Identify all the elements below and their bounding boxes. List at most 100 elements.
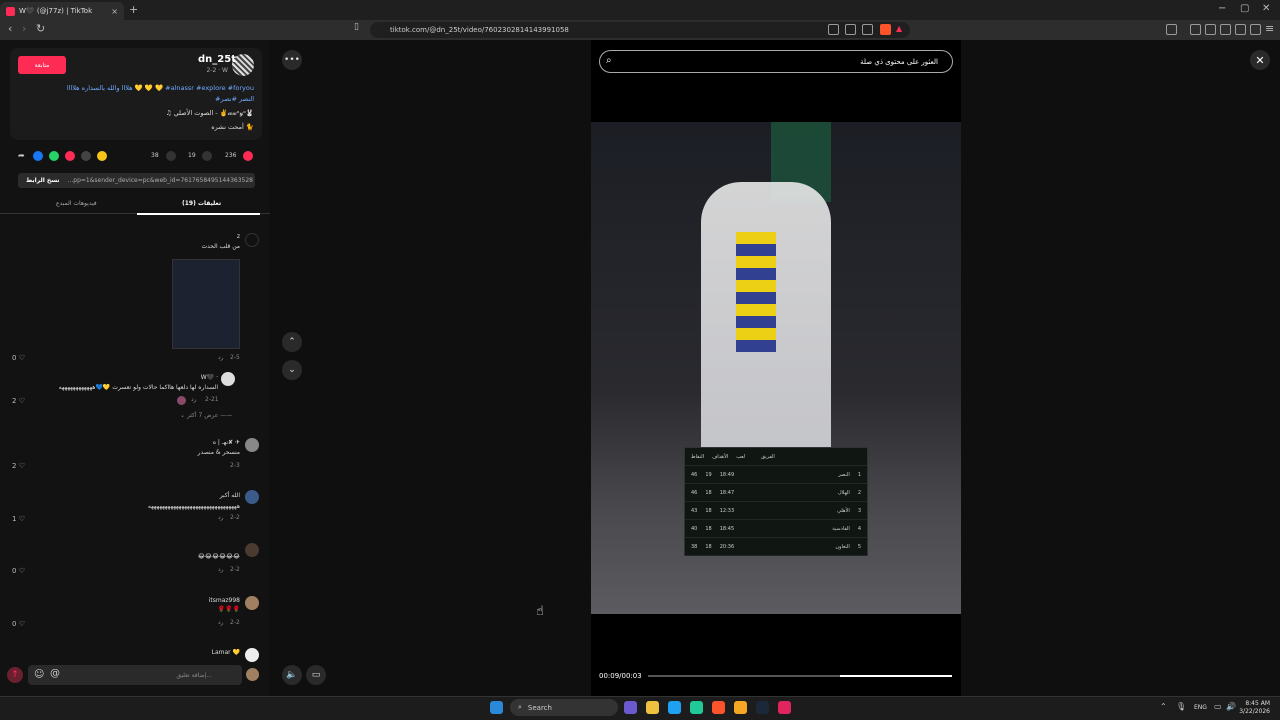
- tab-close-button[interactable]: ×: [111, 7, 118, 16]
- windows-taskbar: [0, 696, 1280, 720]
- mention-icon[interactable]: @: [50, 668, 60, 679]
- avatar[interactable]: [221, 372, 235, 386]
- comment-reply-link[interactable]: رد: [218, 354, 224, 361]
- share-link-text: ...pp=1&sender_device=pc&web_id=76176584…: [67, 177, 253, 184]
- comment-input[interactable]: إضافة تعليق...: [28, 665, 242, 685]
- windows-start-icon[interactable]: [490, 701, 503, 714]
- comment-like-count[interactable]: 0 ♡: [12, 354, 25, 362]
- avatar[interactable]: [245, 543, 259, 557]
- repost-icon[interactable]: [65, 151, 75, 161]
- wallet-icon[interactable]: [1220, 24, 1231, 35]
- comment-author[interactable]: Lamar 💛: [212, 649, 240, 656]
- taskbar-search[interactable]: ⌕ Search: [510, 699, 618, 716]
- edge-icon[interactable]: [668, 701, 681, 714]
- save-icon[interactable]: [166, 151, 176, 161]
- comment-like-count[interactable]: 0 ♡: [12, 620, 25, 628]
- app-icon-2[interactable]: [734, 701, 747, 714]
- comment-like-count[interactable]: 2 ♡: [12, 462, 25, 470]
- brave-icon[interactable]: [712, 701, 725, 714]
- translate-icon[interactable]: [828, 24, 839, 35]
- embed-icon[interactable]: [81, 151, 91, 161]
- comment-author[interactable]: itsmaz998: [209, 597, 240, 604]
- task-view-icon[interactable]: [624, 701, 637, 714]
- follow-button[interactable]: متابعة: [18, 56, 66, 74]
- comment-reply-link[interactable]: رد: [191, 396, 197, 403]
- tab-comments[interactable]: (19) تعليقات: [182, 200, 221, 207]
- close-video-button[interactable]: ✕: [1250, 50, 1270, 70]
- bookmark-icon[interactable]: ▯: [354, 22, 359, 32]
- file-explorer-icon[interactable]: [646, 701, 659, 714]
- rewards-icon[interactable]: ▲: [896, 24, 907, 35]
- comment-author[interactable]: نهـ | ه✘ ✈: [213, 439, 240, 446]
- more-share-icon[interactable]: [97, 151, 107, 161]
- comment-author[interactable]: z: [237, 233, 240, 240]
- avatar[interactable]: [245, 596, 259, 610]
- extensions-icon[interactable]: [1235, 24, 1246, 35]
- avatar[interactable]: [245, 648, 259, 662]
- table-header-cell: لعب: [736, 453, 746, 460]
- avatar[interactable]: [245, 233, 259, 247]
- window-close-button[interactable]: ✕: [1262, 3, 1270, 14]
- maximize-button[interactable]: ▢: [1240, 3, 1249, 14]
- more-options-button[interactable]: •••: [282, 50, 302, 70]
- app-icon-3[interactable]: [778, 701, 791, 714]
- reload-icon[interactable]: ↻: [36, 22, 45, 35]
- search-icon[interactable]: ⌕: [606, 55, 612, 66]
- comment-author[interactable]: الله أكبر: [220, 492, 240, 499]
- previous-video-button[interactable]: ⌃: [282, 332, 302, 352]
- avatar[interactable]: [245, 490, 259, 504]
- microphone-icon[interactable]: 🎙: [1176, 702, 1186, 711]
- brave-shield-icon[interactable]: [880, 24, 891, 35]
- avatar[interactable]: [245, 438, 259, 452]
- back-icon[interactable]: ‹: [8, 22, 12, 35]
- language-indicator[interactable]: ENG: [1194, 704, 1207, 711]
- team-cell: التعاون: [835, 543, 850, 550]
- author-username[interactable]: dn_25t: [198, 54, 236, 65]
- mini-player-button[interactable]: ▭: [306, 665, 326, 685]
- comment-like-count[interactable]: 1 ♡: [12, 515, 25, 523]
- emoji-icon[interactable]: ☺: [34, 669, 44, 680]
- media-icon[interactable]: [1190, 24, 1201, 35]
- volume-icon[interactable]: 🔊: [1226, 702, 1236, 711]
- tab-creator-videos[interactable]: فيديوهات المبدع: [56, 200, 97, 207]
- app-icon[interactable]: [690, 701, 703, 714]
- url-text: tiktok.com/@dn_25t/video/760230281414399…: [390, 26, 569, 34]
- volume-button[interactable]: 🔈: [282, 665, 302, 685]
- reader-icon[interactable]: [1205, 24, 1216, 35]
- tray-expand-icon[interactable]: ⌃: [1160, 702, 1167, 711]
- browser-tab[interactable]: W🖤 (@j77z) | TikTok ×: [0, 2, 124, 20]
- menu-icon[interactable]: ≡: [1265, 22, 1274, 35]
- minimize-button[interactable]: −: [1218, 3, 1226, 14]
- cast-icon[interactable]: [845, 24, 856, 35]
- team-cell: الأهلي: [837, 507, 850, 514]
- forward-icon[interactable]: ›: [22, 22, 26, 35]
- vpn-icon[interactable]: [1250, 24, 1261, 35]
- facebook-share-icon[interactable]: [33, 151, 43, 161]
- share-arrow-icon[interactable]: ➦: [18, 151, 25, 160]
- next-video-button[interactable]: ⌄: [282, 360, 302, 380]
- share-icon[interactable]: [862, 24, 873, 35]
- send-comment-button[interactable]: ↑: [7, 667, 23, 683]
- related-search-input[interactable]: العثور على محتوى ذي صلة: [599, 50, 953, 73]
- comment-reply-link[interactable]: رد: [218, 566, 224, 573]
- heart-icon[interactable]: [243, 151, 253, 161]
- whatsapp-share-icon[interactable]: [49, 151, 59, 161]
- comment-reply-link[interactable]: رد: [218, 619, 224, 626]
- sound-link[interactable]: ♫ الصوت الأصلي - ✌️𝓌𝓌ᵒ𝓎ᵒ🐰: [166, 109, 254, 118]
- system-clock[interactable]: 8:45 AM 3/22/2026: [1239, 700, 1270, 716]
- comment-text: 🌹🌹🌹: [217, 606, 240, 613]
- sidebar-toggle-icon[interactable]: [1166, 24, 1177, 35]
- post-caption-line2[interactable]: #النصر #نصر: [215, 95, 254, 103]
- view-more-replies-button[interactable]: ⌄ عرض 7 أكثر ——: [180, 412, 232, 419]
- comment-reply-link[interactable]: رد: [218, 514, 224, 521]
- comment-like-count[interactable]: 0 ♡: [12, 567, 25, 575]
- network-icon[interactable]: ▭: [1214, 702, 1222, 711]
- new-tab-button[interactable]: +: [129, 3, 138, 16]
- copy-link-button[interactable]: نسخ الرابط: [18, 177, 68, 184]
- steam-icon[interactable]: [756, 701, 769, 714]
- comment-icon[interactable]: [202, 151, 212, 161]
- team-cell: القادسية: [832, 525, 850, 532]
- comment-like-count[interactable]: 2 ♡: [12, 397, 25, 405]
- comment-author[interactable]: W🖤 ·: [201, 374, 218, 381]
- comment-image-thumbnail[interactable]: [172, 259, 240, 349]
